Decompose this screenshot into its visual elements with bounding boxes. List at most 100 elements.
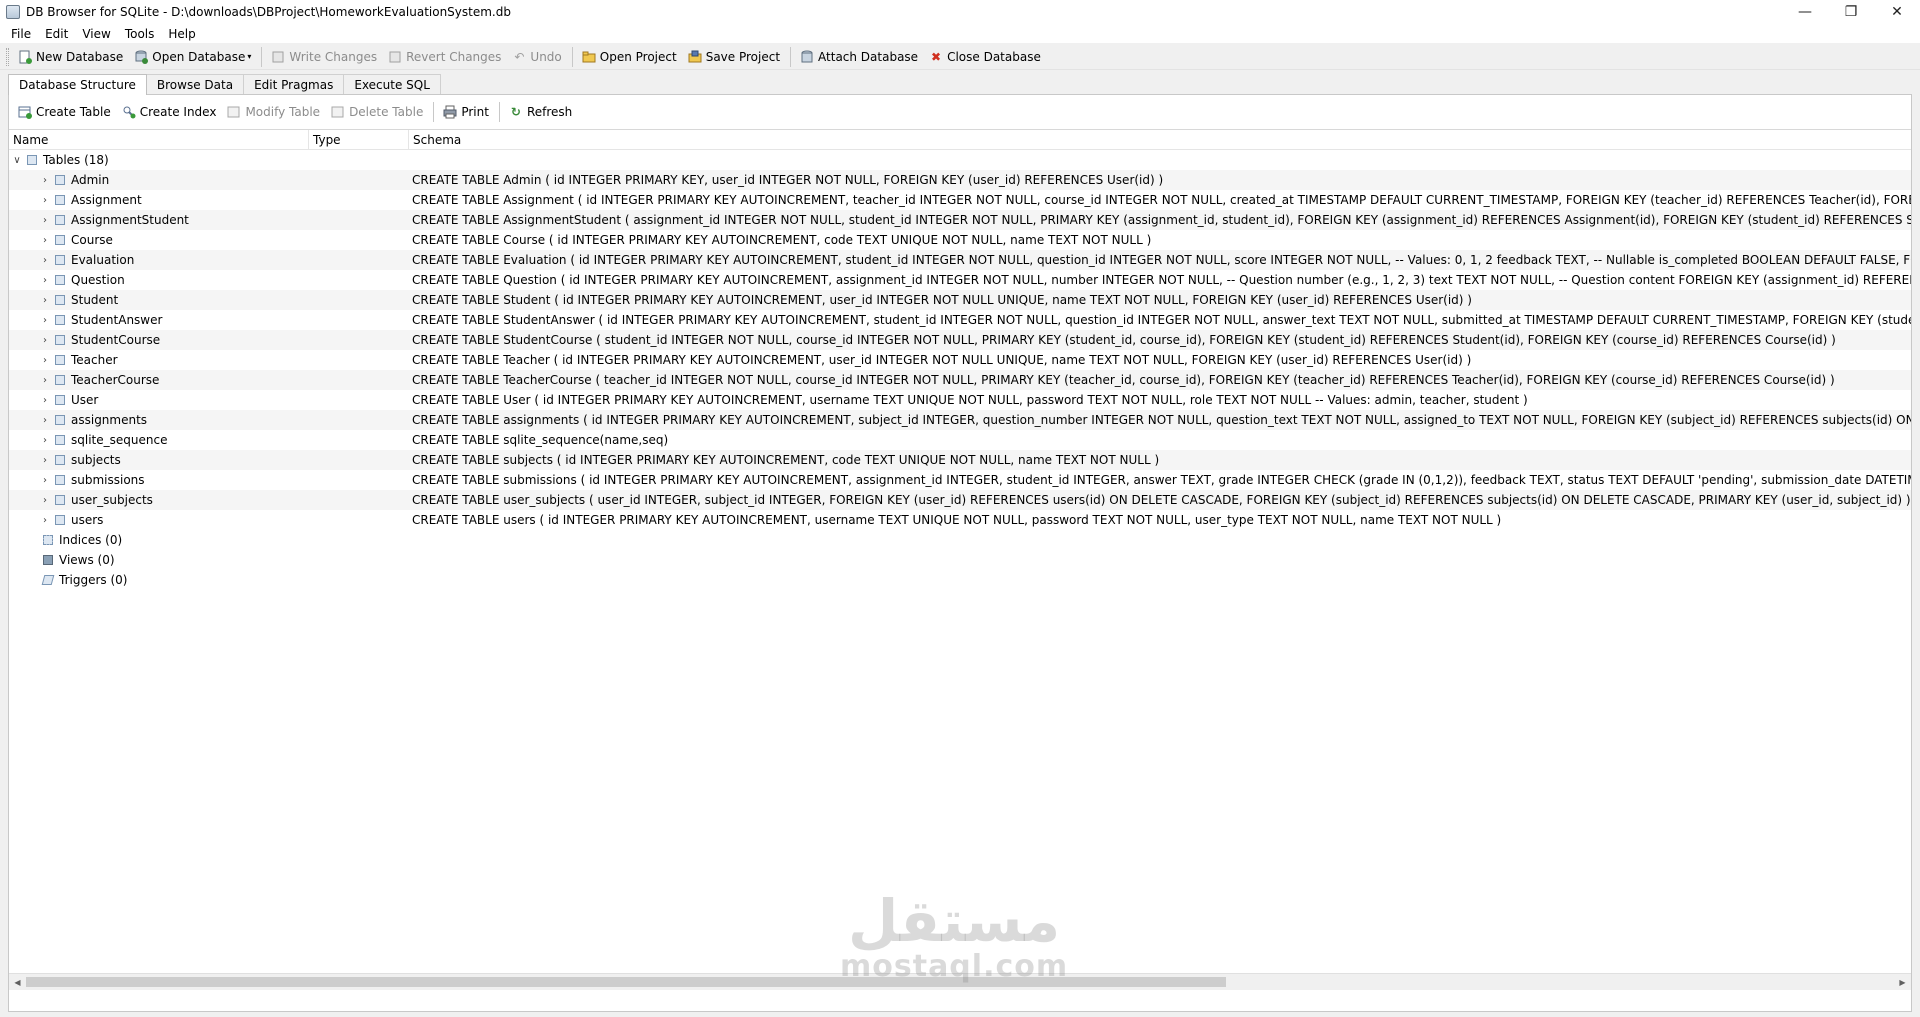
- table-schema: CREATE TABLE Course ( id INTEGER PRIMARY…: [412, 233, 1152, 247]
- table-row[interactable]: › StudentCourse CREATE TABLE StudentCourse…: [9, 330, 1911, 350]
- main-toolbar: New Database Open Database ▾ Write Chang…: [0, 44, 1920, 70]
- table-row[interactable]: › Evaluation CREATE TABLE Evaluation ( id …: [9, 250, 1911, 270]
- triggers-icon: [41, 575, 55, 585]
- create-index-button[interactable]: Create Index: [117, 101, 223, 123]
- open-database-button[interactable]: Open Database ▾: [129, 46, 257, 68]
- expand-arrow-icon[interactable]: ›: [39, 435, 51, 446]
- main-tabs: Database Structure Browse Data Edit Prag…: [8, 74, 441, 95]
- table-name: assignments: [71, 413, 148, 427]
- minimize-icon[interactable]: —: [1782, 0, 1828, 24]
- close-database-button[interactable]: ✖ Close Database: [924, 46, 1047, 68]
- table-icon: [55, 255, 65, 265]
- table-row[interactable]: › TeacherCourse CREATE TABLE TeacherCourse…: [9, 370, 1911, 390]
- table-row[interactable]: › Course CREATE TABLE Course ( id INTEGER …: [9, 230, 1911, 250]
- column-header-name[interactable]: Name: [9, 130, 309, 150]
- tab-database-structure[interactable]: Database Structure: [8, 74, 147, 95]
- table-icon: [55, 415, 65, 425]
- expand-arrow-icon[interactable]: ›: [39, 235, 51, 246]
- table-icon: [55, 495, 65, 505]
- expand-arrow-icon[interactable]: ›: [39, 515, 51, 526]
- delete-table-button[interactable]: Delete Table: [326, 101, 429, 123]
- table-row[interactable]: › sqlite_sequence CREATE TABLE sqlite_sequ…: [9, 430, 1911, 450]
- attach-database-icon: [799, 49, 815, 65]
- table-schema: CREATE TABLE Admin ( id INTEGER PRIMARY …: [412, 173, 1164, 187]
- table-row[interactable]: › users CREATE TABLE users ( id INTEGER PR…: [9, 510, 1911, 530]
- tree-node-tables[interactable]: ∨ Tables (18): [9, 150, 1911, 170]
- tree-node-triggers-label: Triggers (0): [59, 573, 128, 587]
- schema-tree[interactable]: Name Type Schema ∨ Tables (18) › Admin CRE…: [9, 129, 1911, 990]
- collapse-arrow-icon[interactable]: ∨: [11, 155, 23, 166]
- create-table-button[interactable]: Create Table: [13, 101, 117, 123]
- table-icon: [55, 335, 65, 345]
- menu-edit[interactable]: Edit: [38, 27, 75, 41]
- tab-browse-data[interactable]: Browse Data: [145, 74, 245, 94]
- new-database-button[interactable]: New Database: [13, 46, 129, 68]
- table-row[interactable]: › Assignment CREATE TABLE Assignment ( id …: [9, 190, 1911, 210]
- expand-arrow-icon[interactable]: ›: [39, 335, 51, 346]
- open-project-button[interactable]: Open Project: [577, 46, 683, 68]
- table-name: Evaluation: [71, 253, 135, 267]
- expand-arrow-icon[interactable]: ›: [39, 215, 51, 226]
- column-header-schema[interactable]: Schema: [409, 130, 1911, 150]
- scrollbar-thumb[interactable]: [26, 977, 1226, 987]
- expand-arrow-icon[interactable]: ›: [39, 415, 51, 426]
- table-row[interactable]: › Teacher CREATE TABLE Teacher ( id INTEGE…: [9, 350, 1911, 370]
- save-project-label: Save Project: [705, 49, 781, 64]
- expand-arrow-icon[interactable]: ›: [39, 275, 51, 286]
- write-changes-button[interactable]: Write Changes: [266, 46, 383, 68]
- expand-arrow-icon[interactable]: ›: [39, 395, 51, 406]
- table-row[interactable]: › assignments CREATE TABLE assignments ( i…: [9, 410, 1911, 430]
- tree-node-indices[interactable]: Indices (0): [9, 530, 1911, 550]
- modify-table-button[interactable]: Modify Table: [222, 101, 326, 123]
- tree-header: Name Type Schema: [9, 130, 1911, 150]
- tab-edit-pragmas[interactable]: Edit Pragmas: [243, 74, 345, 94]
- create-index-label: Create Index: [139, 105, 217, 119]
- table-row[interactable]: › user_subjects CREATE TABLE user_subjects…: [9, 490, 1911, 510]
- scroll-right-icon[interactable]: ▶: [1894, 974, 1911, 990]
- open-project-label: Open Project: [599, 49, 677, 64]
- expand-arrow-icon[interactable]: ›: [39, 455, 51, 466]
- expand-arrow-icon[interactable]: ›: [39, 375, 51, 386]
- expand-arrow-icon[interactable]: ›: [39, 495, 51, 506]
- expand-arrow-icon[interactable]: ›: [39, 475, 51, 486]
- scroll-left-icon[interactable]: ◀: [9, 974, 26, 990]
- dropdown-arrow-icon[interactable]: ▾: [247, 52, 251, 61]
- expand-arrow-icon[interactable]: ›: [39, 315, 51, 326]
- delete-table-icon: [330, 104, 346, 120]
- close-window-icon[interactable]: ✕: [1874, 0, 1920, 24]
- table-icon: [55, 215, 65, 225]
- table-row[interactable]: › User CREATE TABLE User ( id INTEGER PRIM…: [9, 390, 1911, 410]
- print-button[interactable]: Print: [438, 101, 495, 123]
- horizontal-scrollbar[interactable]: ◀ ▶: [9, 973, 1911, 990]
- table-schema: CREATE TABLE user_subjects ( user_id INT…: [412, 493, 1911, 507]
- table-row[interactable]: › Student CREATE TABLE Student ( id INTEGE…: [9, 290, 1911, 310]
- expand-arrow-icon[interactable]: ›: [39, 295, 51, 306]
- menu-tools[interactable]: Tools: [118, 27, 162, 41]
- expand-arrow-icon[interactable]: ›: [39, 195, 51, 206]
- table-schema: CREATE TABLE assignments ( id INTEGER PR…: [412, 413, 1911, 427]
- save-project-icon: [687, 49, 703, 65]
- tab-execute-sql[interactable]: Execute SQL: [343, 74, 441, 94]
- toolbar-grip[interactable]: [6, 47, 9, 66]
- tree-node-views[interactable]: Views (0): [9, 550, 1911, 570]
- tree-node-triggers[interactable]: Triggers (0): [9, 570, 1911, 590]
- table-row[interactable]: › Question CREATE TABLE Question ( id INTE…: [9, 270, 1911, 290]
- undo-button[interactable]: ↶ Undo: [507, 46, 567, 68]
- table-row[interactable]: › StudentAnswer CREATE TABLE StudentAnswer…: [9, 310, 1911, 330]
- table-row[interactable]: › Admin CREATE TABLE Admin ( id INTEGER PR…: [9, 170, 1911, 190]
- refresh-button[interactable]: ↻ Refresh: [504, 101, 578, 123]
- restore-icon[interactable]: ❐: [1828, 0, 1874, 24]
- expand-arrow-icon[interactable]: ›: [39, 175, 51, 186]
- menu-help[interactable]: Help: [161, 27, 202, 41]
- table-row[interactable]: › subjects CREATE TABLE subjects ( id INTE…: [9, 450, 1911, 470]
- menu-view[interactable]: View: [75, 27, 117, 41]
- revert-changes-button[interactable]: Revert Changes: [383, 46, 507, 68]
- expand-arrow-icon[interactable]: ›: [39, 355, 51, 366]
- table-row[interactable]: › AssignmentStudent CREATE TABLE Assignmen…: [9, 210, 1911, 230]
- expand-arrow-icon[interactable]: ›: [39, 255, 51, 266]
- save-project-button[interactable]: Save Project: [683, 46, 786, 68]
- menu-file[interactable]: File: [4, 27, 38, 41]
- table-row[interactable]: › submissions CREATE TABLE submissions ( i…: [9, 470, 1911, 490]
- column-header-type[interactable]: Type: [309, 130, 409, 150]
- attach-database-button[interactable]: Attach Database: [795, 46, 924, 68]
